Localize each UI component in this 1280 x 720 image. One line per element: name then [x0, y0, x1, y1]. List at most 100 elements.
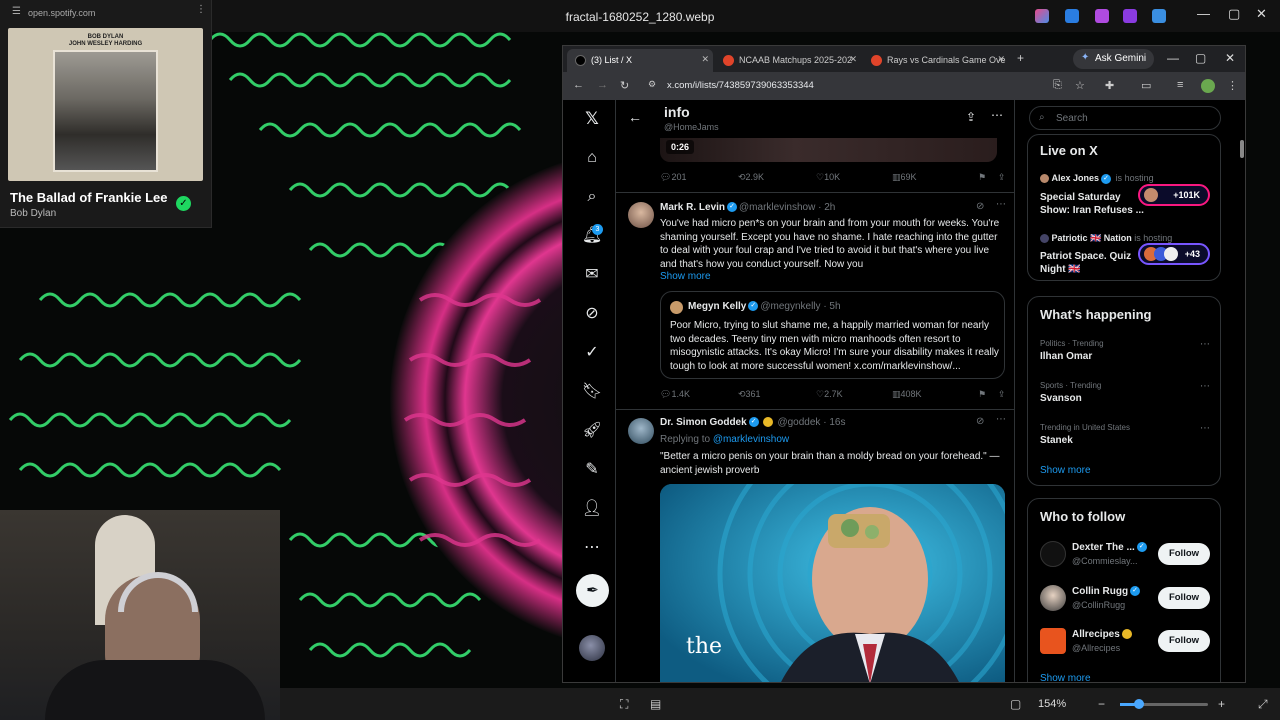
grok-icon[interactable]: ⊘: [581, 303, 603, 325]
fit-icon[interactable]: ⛶: [620, 697, 628, 712]
views-action[interactable]: ▥ 69K: [892, 172, 917, 183]
saved-check-icon[interactable]: ✓: [176, 196, 191, 211]
reply-action[interactable]: 💬︎ 201: [660, 172, 686, 183]
account-avatar[interactable]: [579, 635, 605, 661]
copilot-icon[interactable]: [1035, 9, 1049, 23]
explore-search-icon[interactable]: ⌕: [581, 186, 603, 208]
reply-action[interactable]: 💬︎ 1.4K: [660, 389, 690, 400]
space-listeners-pill[interactable]: +101K: [1138, 184, 1210, 206]
repost-action[interactable]: ⟲ 2.9K: [738, 172, 764, 183]
more-icon[interactable]: ⋮: [196, 4, 206, 15]
window-menu-icon[interactable]: ☰: [12, 6, 21, 17]
follow-show-more-link[interactable]: Show more: [1040, 673, 1091, 682]
trend-more-icon[interactable]: ⋯: [1200, 423, 1210, 434]
search-input[interactable]: ⌕ Search: [1029, 106, 1221, 130]
zoom-out-icon[interactable]: −: [1098, 697, 1105, 711]
forward-icon[interactable]: →: [597, 79, 608, 91]
tweet-avatar[interactable]: [628, 418, 654, 444]
replying-to-handle[interactable]: @marklevinshow: [713, 434, 789, 445]
close-icon[interactable]: ✕: [1256, 6, 1267, 22]
edit-app-icon[interactable]: [1065, 9, 1079, 23]
extensions-icon[interactable]: ✚: [1105, 79, 1114, 92]
new-tab-icon[interactable]: +: [1017, 51, 1024, 65]
more-icon[interactable]: ⋯: [991, 108, 1003, 122]
tweet-media-image[interactable]: the: [660, 484, 1005, 682]
onedrive-icon[interactable]: [1152, 9, 1166, 23]
views-action[interactable]: ▥ 408K: [892, 389, 922, 400]
ask-gemini-button[interactable]: ✦ Ask Gemini: [1073, 49, 1155, 69]
communities-rocket-icon[interactable]: 🚀︎: [581, 420, 603, 442]
show-more-link[interactable]: Show more: [660, 270, 1000, 284]
bookmarks-icon[interactable]: 🔖︎: [581, 381, 603, 403]
post-button[interactable]: ✒: [576, 574, 609, 607]
tweet-author-handle[interactable]: @marklevinshow: [739, 202, 815, 213]
space-title[interactable]: Special Saturday Show: Iran Refuses ...: [1040, 191, 1152, 217]
follow-button[interactable]: Follow: [1158, 543, 1210, 565]
grok-action-icon[interactable]: ⊘: [976, 416, 984, 427]
track-title[interactable]: The Ballad of Frankie Lee: [10, 190, 168, 205]
url-field[interactable]: x.com/i/lists/743859739063353344: [667, 80, 814, 91]
share-icon[interactable]: ⇪: [998, 172, 1006, 183]
like-action[interactable]: ♡ 2.7K: [816, 389, 843, 400]
video-player[interactable]: [660, 138, 997, 162]
tab-close-icon[interactable]: ✕: [849, 54, 857, 65]
tweet-author-handle[interactable]: @goddek: [777, 417, 820, 428]
queue-icon[interactable]: ≡: [1177, 79, 1183, 91]
home-icon[interactable]: ⌂: [581, 147, 603, 169]
tweet-time[interactable]: · 2h: [818, 202, 835, 213]
tweet-author-name[interactable]: Dr. Simon Goddek: [660, 417, 747, 428]
verified-orgs-icon[interactable]: ✓: [581, 342, 603, 364]
clipchamp-icon[interactable]: [1123, 9, 1137, 23]
tweet-more-icon[interactable]: ⋯: [996, 414, 1006, 425]
follow-avatar[interactable]: [1040, 585, 1066, 611]
tab-close-icon[interactable]: ✕: [701, 54, 709, 65]
back-arrow-icon[interactable]: ←: [628, 109, 642, 125]
premium-edit-icon[interactable]: ✎: [581, 459, 603, 481]
tab-x-list[interactable]: (3) List / X ✕: [567, 49, 713, 72]
space-listeners-pill[interactable]: +43: [1138, 243, 1210, 265]
x-logo-icon[interactable]: 𝕏: [581, 108, 603, 130]
quoted-tweet[interactable]: Megyn Kelly ✓ @megynkelly · 5h Poor Micro,…: [660, 291, 1005, 379]
repost-action[interactable]: ⟲ 361: [738, 389, 761, 400]
tweet-time[interactable]: · 16s: [823, 417, 845, 428]
back-icon[interactable]: ←: [573, 79, 584, 91]
follow-name[interactable]: Dexter The ... ✓: [1072, 542, 1149, 553]
messages-icon[interactable]: ✉: [581, 264, 603, 286]
scrollbar-thumb[interactable]: [1240, 140, 1244, 158]
tweet-author-name[interactable]: Mark R. Levin: [660, 202, 725, 213]
browser-menu-icon[interactable]: ⋮: [1227, 79, 1238, 92]
page-scrollbar[interactable]: [1239, 100, 1245, 680]
zoom-level[interactable]: 154%: [1038, 698, 1066, 710]
trend-more-icon[interactable]: ⋯: [1200, 381, 1210, 392]
tab-ncaab[interactable]: NCAAB Matchups 2025-202 ✕: [715, 49, 861, 72]
reload-icon[interactable]: ↻: [620, 79, 629, 92]
share-icon[interactable]: ⇪: [966, 110, 976, 124]
filmstrip-icon[interactable]: ▤: [650, 697, 661, 711]
bookmark-icon[interactable]: ⚑: [978, 389, 986, 400]
space-title[interactable]: Patriot Space. Quiz Night 🇬🇧: [1040, 250, 1152, 276]
profile-avatar[interactable]: [1201, 79, 1215, 93]
share-icon[interactable]: ⇪: [998, 389, 1006, 400]
tab-close-icon[interactable]: ✕: [997, 54, 1005, 65]
tab-rays-cardinals[interactable]: Rays vs Cardinals Game Ove ✕: [863, 49, 1009, 72]
track-artist[interactable]: Bob Dylan: [10, 208, 56, 219]
expand-icon[interactable]: ⤢: [1258, 697, 1268, 712]
install-icon[interactable]: ⎘: [1053, 79, 1062, 92]
browser-minimize-icon[interactable]: —: [1167, 51, 1179, 65]
tweet-avatar[interactable]: [628, 202, 654, 228]
bookmark-icon[interactable]: ⚑: [978, 172, 986, 183]
follow-name[interactable]: Collin Rugg ✓: [1072, 586, 1142, 597]
trend-name[interactable]: Ilhan Omar: [1040, 351, 1092, 362]
zoom-in-icon[interactable]: +: [1218, 697, 1225, 711]
trend-name[interactable]: Svanson: [1040, 393, 1082, 404]
space-host[interactable]: Alex Jones ✓ is hosting: [1040, 173, 1154, 184]
follow-button[interactable]: Follow: [1158, 630, 1210, 652]
paint-app-icon[interactable]: [1095, 9, 1109, 23]
trend-name[interactable]: Stanek: [1040, 435, 1073, 446]
grok-action-icon[interactable]: ⊘: [976, 201, 984, 212]
more-circle-icon[interactable]: ⋯: [581, 537, 603, 559]
zoom-slider[interactable]: [1120, 699, 1208, 709]
minimize-icon[interactable]: —: [1197, 6, 1210, 21]
browser-close-icon[interactable]: ✕: [1225, 51, 1235, 65]
trend-more-icon[interactable]: ⋯: [1200, 339, 1210, 350]
